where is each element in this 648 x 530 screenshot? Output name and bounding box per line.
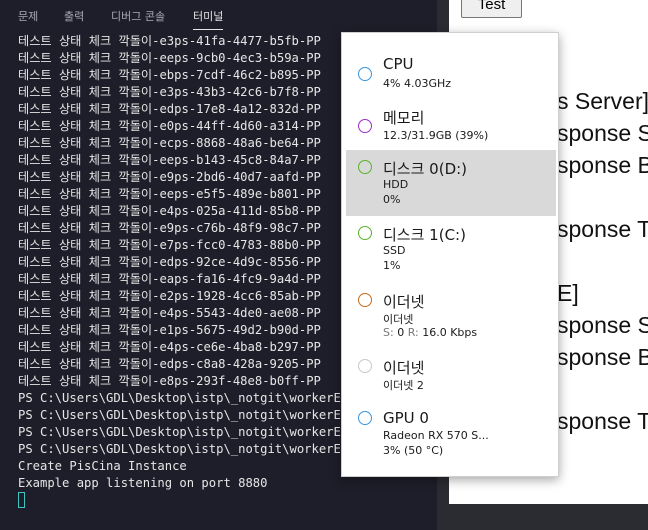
- tab-problems[interactable]: 문제: [18, 8, 38, 24]
- perf-usage: 0%: [383, 193, 401, 206]
- perf-title: GPU 0: [383, 409, 429, 427]
- terminal-cursor: [18, 492, 25, 508]
- perf-title: 디스크 1(C:): [383, 226, 466, 244]
- test-button[interactable]: Test: [461, 0, 522, 18]
- response-line: s Server]: [557, 88, 648, 114]
- tab-terminal[interactable]: 터미널: [193, 8, 224, 30]
- response-line: sponse S: [557, 312, 648, 338]
- perf-detail: SSD: [383, 244, 406, 257]
- gpu-status-icon: [358, 411, 372, 425]
- send-label: S:: [383, 326, 394, 339]
- perf-detail: 이더넷: [383, 313, 414, 326]
- perf-item-disk-0[interactable]: 디스크 0(D:) HDD 0%: [346, 150, 556, 216]
- perf-title: 이더넷: [383, 359, 425, 377]
- perf-detail: 12.3/31.9GB (39%): [383, 129, 489, 142]
- perf-title: 메모리: [383, 109, 425, 127]
- disk-status-icon: [358, 226, 372, 240]
- response-line: sponse T: [557, 408, 648, 434]
- perf-detail: 이더넷 2: [383, 379, 424, 392]
- perf-title: CPU: [383, 55, 414, 73]
- tab-debug-console[interactable]: 디버그 콘솔: [111, 8, 165, 24]
- performance-popup: CPU 4% 4.03GHz 메모리 12.3/31.9GB (39%) 디스크…: [341, 32, 559, 477]
- perf-detail: HDD: [383, 178, 409, 191]
- cpu-status-icon: [358, 67, 372, 81]
- perf-title: 디스크 0(D:): [383, 160, 468, 178]
- perf-item-disk-1[interactable]: 디스크 1(C:) SSD 1%: [346, 216, 556, 282]
- perf-usage: 1%: [383, 259, 401, 272]
- perf-item-gpu[interactable]: GPU 0 Radeon RX 570 S... 3% (50 °C): [346, 401, 556, 467]
- tab-output[interactable]: 출력: [64, 8, 84, 24]
- receive-value: 16.0 Kbps: [422, 326, 478, 339]
- perf-item-ethernet[interactable]: 이더넷 이더넷 S: 0 R: 16.0 Kbps: [346, 283, 556, 349]
- panel-tab-bar: 문제 출력 디버그 콘솔 터미널: [0, 0, 437, 30]
- disk-status-icon: [358, 160, 372, 174]
- response-line: sponse B: [557, 152, 648, 178]
- ethernet-status-icon: [358, 359, 372, 373]
- response-line: E]: [557, 280, 579, 306]
- send-value: 0: [397, 326, 405, 339]
- terminal-line: Example app listening on port 8880: [18, 476, 268, 490]
- perf-detail: 4% 4.03GHz: [383, 77, 452, 90]
- ethernet-status-icon: [358, 293, 372, 307]
- response-line: sponse T: [557, 216, 648, 242]
- perf-usage: 3% (50 °C): [383, 444, 444, 457]
- perf-throughput: S: 0 R: 16.0 Kbps: [383, 326, 477, 339]
- memory-status-icon: [358, 119, 372, 133]
- receive-label: R:: [407, 326, 419, 339]
- perf-title: 이더넷: [383, 293, 425, 311]
- response-line: sponse S: [557, 120, 648, 146]
- perf-detail: Radeon RX 570 S...: [383, 429, 489, 442]
- response-line: sponse B: [557, 344, 648, 370]
